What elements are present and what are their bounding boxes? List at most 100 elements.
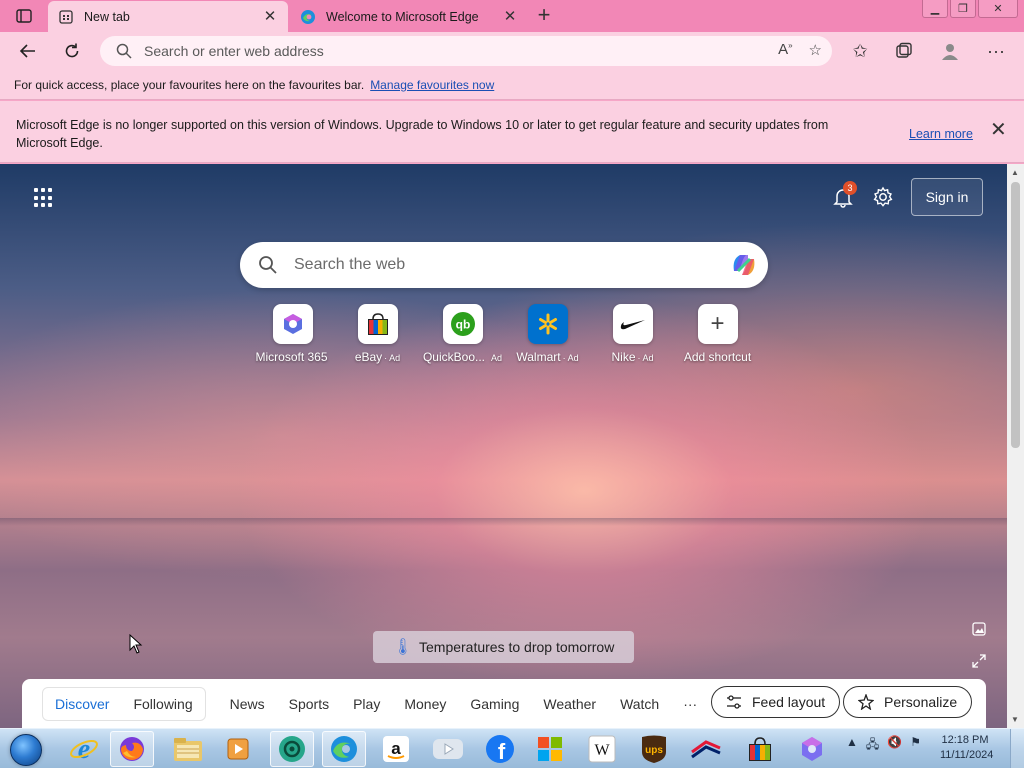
- profile-icon: [942, 44, 958, 60]
- personalize-button[interactable]: Personalize: [843, 686, 973, 718]
- collections-icon: [896, 42, 912, 58]
- taskbar-amazon[interactable]: a: [374, 731, 418, 767]
- refresh-button[interactable]: [58, 37, 86, 65]
- close-infobar-icon[interactable]: ✕: [990, 120, 1007, 140]
- feed-item-sports[interactable]: Sports: [289, 696, 329, 712]
- feed-item-watch[interactable]: Watch: [620, 696, 659, 712]
- top-sites: Microsoft 365 eBay · Ad qb QuickBoo... Ad …: [250, 304, 760, 368]
- feed-more-button[interactable]: ···: [683, 696, 697, 712]
- page-settings-button[interactable]: [872, 186, 894, 208]
- news-headline-pill[interactable]: 🌡 Temperatures to drop tomorrow: [373, 631, 634, 663]
- close-tab-icon[interactable]: ✕: [502, 8, 518, 25]
- taskbar-edge[interactable]: [322, 731, 366, 767]
- firefox-icon: [120, 737, 144, 761]
- new-tab-button[interactable]: +: [532, 4, 556, 28]
- show-hidden-icons-icon[interactable]: ▲: [846, 735, 858, 756]
- taskbar-ups[interactable]: ups: [632, 731, 676, 767]
- feed-layout-label: Feed layout: [752, 694, 826, 710]
- app-launcher-button[interactable]: [34, 188, 54, 208]
- feed-item-weather[interactable]: Weather: [543, 696, 596, 712]
- shortcut-quickbooks[interactable]: qb QuickBoo... Ad: [420, 304, 505, 364]
- shortcut-ebay[interactable]: eBay · Ad: [335, 304, 420, 364]
- svg-text:qb: qb: [455, 318, 470, 332]
- read-aloud-icon[interactable]: A»: [778, 41, 792, 59]
- taskbar-shopping[interactable]: [738, 731, 782, 767]
- close-window-button[interactable]: ✕: [978, 0, 1018, 18]
- feed-item-money[interactable]: Money: [404, 696, 446, 712]
- edge-icon: [300, 9, 316, 25]
- scrollbar-thumb[interactable]: [1011, 182, 1020, 448]
- shortcut-microsoft-365[interactable]: Microsoft 365: [250, 304, 335, 364]
- show-desktop-button[interactable]: [1010, 729, 1024, 768]
- plus-icon: +: [710, 310, 725, 337]
- taskbar-chatgpt[interactable]: [270, 731, 314, 767]
- media-player-icon: [227, 738, 249, 760]
- infobar-message: Microsoft Edge is no longer supported on…: [16, 118, 829, 150]
- add-favourite-icon[interactable]: ☆: [809, 41, 822, 59]
- manage-favourites-link[interactable]: Manage favourites now: [370, 78, 494, 92]
- restore-button[interactable]: ❐: [950, 0, 976, 18]
- scroll-up-icon[interactable]: ▲: [1011, 168, 1019, 177]
- add-shortcut-button[interactable]: + Add shortcut: [675, 304, 760, 364]
- taskbar-internet-explorer[interactable]: e: [62, 731, 106, 767]
- tab-welcome-edge[interactable]: Welcome to Microsoft Edge ✕: [290, 1, 528, 32]
- web-search-box[interactable]: Search the web: [240, 242, 768, 288]
- taskbar-copilot[interactable]: [790, 731, 834, 767]
- close-tab-icon[interactable]: ✕: [262, 8, 278, 25]
- ad-label: · Ad: [562, 353, 579, 363]
- shortcut-label: Microsoft 365: [255, 350, 328, 364]
- feed-item-news[interactable]: News: [230, 696, 265, 712]
- tab-discover[interactable]: Discover: [55, 696, 109, 712]
- shopping-bag-icon: [749, 737, 771, 761]
- news-headline-text: Temperatures to drop tomorrow: [419, 639, 615, 655]
- taskbar-wikipedia[interactable]: W: [580, 731, 624, 767]
- system-tray: ▲ 🖧 🔇 ⚑: [846, 735, 921, 756]
- clock-date: 11/11/2024: [940, 749, 994, 761]
- taskbar-youtube[interactable]: [426, 731, 470, 767]
- taskbar-firefox[interactable]: [110, 731, 154, 767]
- tab-following[interactable]: Following: [133, 696, 192, 712]
- bank-of-america-icon: [691, 740, 721, 759]
- shortcut-nike[interactable]: Nike · Ad: [590, 304, 675, 364]
- taskbar-facebook[interactable]: f: [478, 731, 522, 767]
- volume-muted-icon[interactable]: 🔇: [887, 735, 902, 756]
- feed-layout-button[interactable]: Feed layout: [711, 686, 841, 718]
- feed-item-play[interactable]: Play: [353, 696, 380, 712]
- minimize-button[interactable]: ▁: [922, 0, 948, 18]
- copilot-icon: [802, 737, 822, 761]
- notifications-button[interactable]: 3: [832, 181, 857, 208]
- clock[interactable]: 12:18 PM 11/11/2024: [940, 733, 994, 763]
- network-icon[interactable]: 🖧: [866, 735, 879, 756]
- taskbar-bank-of-america[interactable]: [684, 731, 728, 767]
- profile-button[interactable]: [936, 37, 964, 65]
- windows-logo-icon: [10, 734, 42, 766]
- address-placeholder: Search or enter web address: [144, 43, 324, 59]
- copilot-icon[interactable]: [728, 249, 760, 281]
- sign-in-button[interactable]: Sign in: [911, 178, 983, 216]
- start-button[interactable]: [6, 731, 46, 768]
- learn-more-link[interactable]: Learn more: [909, 125, 973, 143]
- taskbar-file-explorer[interactable]: [166, 731, 210, 767]
- feed-item-gaming[interactable]: Gaming: [470, 696, 519, 712]
- shortcut-walmart[interactable]: Walmart · Ad: [505, 304, 590, 364]
- scroll-down-icon[interactable]: ▼: [1011, 715, 1019, 724]
- taskbar-microsoft-store[interactable]: [528, 731, 572, 767]
- tab-strip: New tab ✕ Welcome to Microsoft Edge ✕ + …: [0, 0, 1024, 32]
- amazon-icon: a: [383, 736, 409, 762]
- taskbar-media-player[interactable]: [216, 731, 260, 767]
- expand-icon[interactable]: [972, 654, 988, 670]
- background-image-icon[interactable]: [972, 622, 988, 638]
- clock-time: 12:18 PM: [941, 734, 989, 746]
- tab-actions-button[interactable]: [8, 5, 40, 27]
- settings-menu-button[interactable]: ···: [982, 37, 1010, 65]
- windows-taskbar: e a f W ups ▲ 🖧 🔇 ⚑ 12:18 PM 11/11/2024: [0, 728, 1024, 768]
- favourites-button[interactable]: ✩: [846, 37, 874, 65]
- address-bar[interactable]: Search or enter web address A» ☆: [100, 36, 832, 66]
- tab-new-tab[interactable]: New tab ✕: [48, 1, 288, 32]
- back-button[interactable]: [14, 37, 42, 65]
- refresh-icon: [65, 43, 79, 58]
- collections-button[interactable]: [890, 37, 918, 65]
- page-scrollbar[interactable]: ▲ ▼: [1007, 164, 1024, 728]
- action-center-flag-icon[interactable]: ⚑: [910, 735, 921, 756]
- mouse-cursor-icon: [129, 634, 143, 654]
